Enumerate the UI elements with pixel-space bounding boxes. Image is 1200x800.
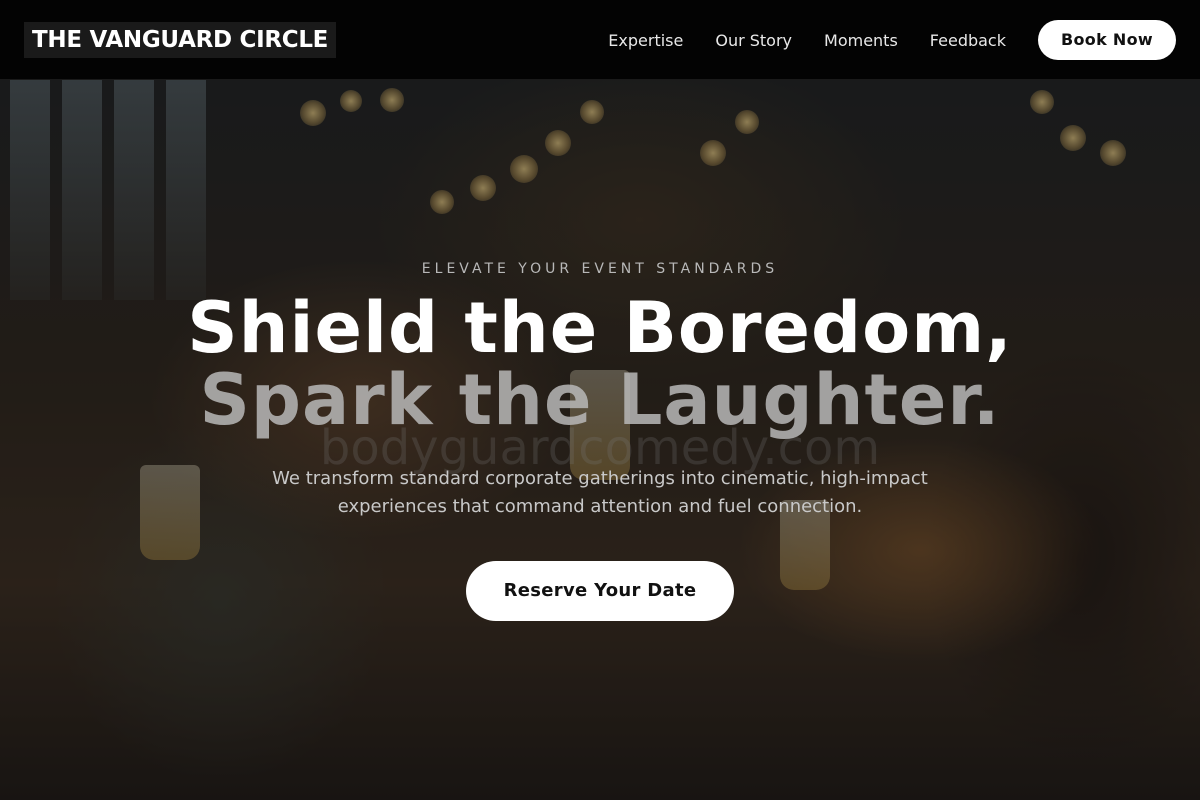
landing-page: THE VANGUARD CIRCLE Expertise Our Story … xyxy=(0,0,1200,800)
hero-headline: Shield the Boredom, Spark the Laughter. xyxy=(0,292,1200,436)
nav-link-moments[interactable]: Moments xyxy=(824,31,898,50)
headline-line-2: Spark the Laughter. xyxy=(199,359,1001,441)
hero-eyebrow: ELEVATE YOUR EVENT STANDARDS xyxy=(421,261,779,277)
nav-link-expertise[interactable]: Expertise xyxy=(608,31,683,50)
nav-link-our-story[interactable]: Our Story xyxy=(715,31,792,50)
hero-subtext: We transform standard corporate gatherin… xyxy=(272,468,928,517)
headline-line-1: Shield the Boredom, xyxy=(187,287,1013,369)
site-header: THE VANGUARD CIRCLE Expertise Our Story … xyxy=(0,0,1200,80)
main-nav: Expertise Our Story Moments Feedback xyxy=(608,0,1006,80)
reserve-date-button[interactable]: Reserve Your Date xyxy=(466,561,734,621)
book-now-button[interactable]: Book Now xyxy=(1038,20,1176,60)
nav-link-feedback[interactable]: Feedback xyxy=(930,31,1006,50)
site-logo[interactable]: THE VANGUARD CIRCLE xyxy=(24,22,337,58)
